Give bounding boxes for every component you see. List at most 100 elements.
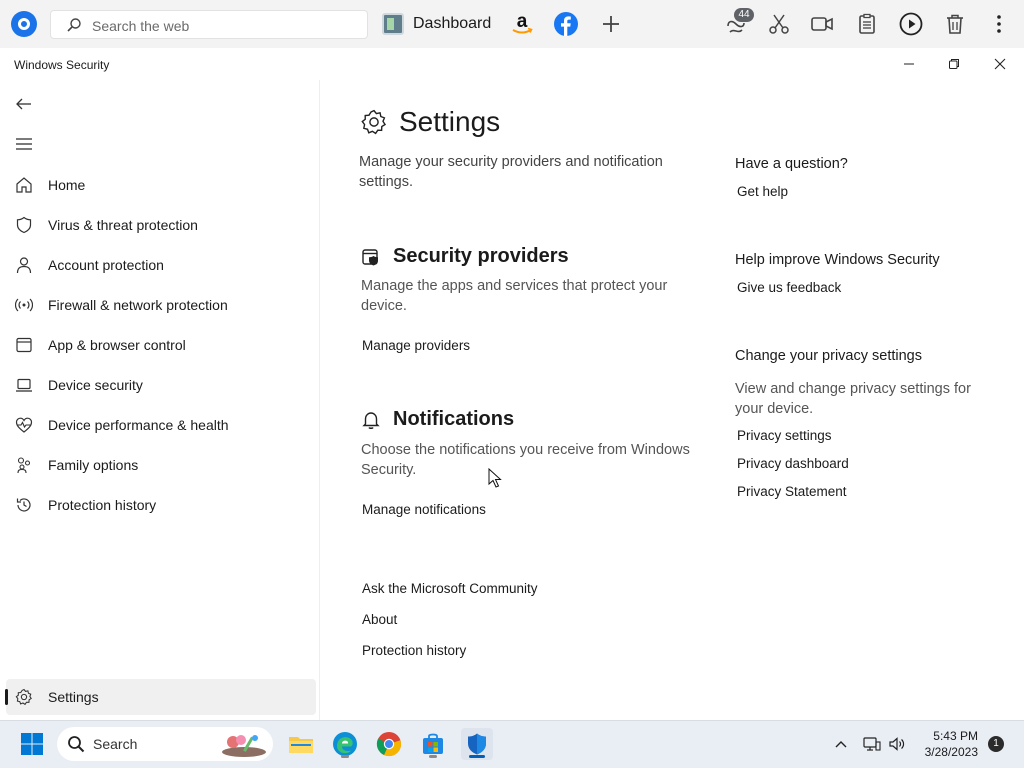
video-icon[interactable] xyxy=(810,12,834,36)
mouse-cursor-icon xyxy=(488,468,502,488)
extension-badge-count: 44 xyxy=(734,8,754,22)
chrome-icon xyxy=(376,732,402,757)
search-icon xyxy=(67,18,81,32)
more-icon[interactable] xyxy=(987,12,1011,36)
taskbar-file-explorer[interactable] xyxy=(285,728,317,760)
taskbar-search-label: Search xyxy=(93,736,138,752)
sidebar-item-firewall-network-protection[interactable]: Firewall & network protection xyxy=(6,287,316,323)
protection-history-link[interactable]: Protection history xyxy=(362,643,466,658)
add-tab-icon[interactable] xyxy=(599,12,623,36)
taskbar-chrome[interactable] xyxy=(373,728,405,760)
privacy-dashboard-link[interactable]: Privacy dashboard xyxy=(737,456,849,471)
main-content: Settings Manage your security providers … xyxy=(321,80,1024,720)
network-icon[interactable] xyxy=(863,735,881,753)
taskbar-store[interactable] xyxy=(417,728,449,760)
security-providers-description: Manage the apps and services that protec… xyxy=(361,278,668,314)
sidebar-item-app-browser-control[interactable]: App & browser control xyxy=(6,327,316,363)
notifications-heading: Notifications xyxy=(361,408,514,431)
amazon-icon[interactable]: a xyxy=(510,12,534,36)
manage-providers-link[interactable]: Manage providers xyxy=(362,338,470,353)
minimize-button[interactable] xyxy=(887,50,931,78)
improve-heading: Help improve Windows Security xyxy=(735,252,940,268)
active-app-indicator xyxy=(469,755,485,758)
sidebar-item-virus-threat-protection[interactable]: Virus & threat protection xyxy=(6,207,316,243)
sidebar-item-settings[interactable]: Settings xyxy=(5,679,316,715)
taskbar-windows-security[interactable] xyxy=(461,728,493,760)
taskbar-clock[interactable]: 5:43 PM 3/28/2023 xyxy=(925,728,978,760)
section-title: Notifications xyxy=(393,408,515,430)
providers-icon xyxy=(362,248,378,265)
question-heading: Have a question? xyxy=(735,156,848,172)
clipboard-icon[interactable] xyxy=(855,12,879,36)
ask-community-link[interactable]: Ask the Microsoft Community xyxy=(362,581,538,596)
home-icon xyxy=(16,177,32,193)
volume-icon[interactable] xyxy=(888,735,906,753)
window-title-bar: Windows Security xyxy=(0,48,1024,80)
windows-start-icon xyxy=(21,733,43,755)
sidebar-item-label: App & browser control xyxy=(48,337,186,353)
back-arrow-icon[interactable] xyxy=(14,94,34,114)
family-icon xyxy=(17,457,31,474)
sidebar-item-protection-history[interactable]: Protection history xyxy=(6,487,316,523)
close-button[interactable] xyxy=(978,50,1022,78)
sidebar-item-label: Device performance & health xyxy=(48,417,229,433)
page-intro: Manage your security providers and notif… xyxy=(359,154,663,190)
scissors-icon[interactable] xyxy=(767,12,791,36)
sidebar-item-label: Settings xyxy=(48,689,99,705)
maximize-button[interactable] xyxy=(932,50,976,78)
running-indicator xyxy=(429,755,437,758)
sidebar-item-label: Account protection xyxy=(48,257,164,273)
window-title: Windows Security xyxy=(14,58,110,72)
laptop-icon xyxy=(16,378,32,392)
close-icon xyxy=(994,58,1006,70)
history-icon xyxy=(16,498,31,512)
gear-icon xyxy=(361,109,387,135)
running-indicator xyxy=(341,755,349,758)
sidebar-item-device-performance-health[interactable]: Device performance & health xyxy=(6,407,316,443)
start-button[interactable] xyxy=(16,728,48,760)
edge-icon xyxy=(333,732,357,756)
sidebar-item-account-protection[interactable]: Account protection xyxy=(6,247,316,283)
sidebar-item-label: Virus & threat protection xyxy=(48,217,198,233)
taskbar-search[interactable]: Search xyxy=(57,727,273,761)
get-help-link[interactable]: Get help xyxy=(737,184,788,199)
wifi-signal-icon xyxy=(15,298,33,312)
sidebar-item-label: Home xyxy=(48,177,86,193)
section-title: Security providers xyxy=(393,245,569,267)
trash-icon[interactable] xyxy=(943,12,967,36)
facebook-icon[interactable] xyxy=(554,12,578,36)
about-link[interactable]: About xyxy=(362,612,397,627)
privacy-settings-link[interactable]: Privacy settings xyxy=(737,428,832,443)
search-web-input[interactable]: Search the web xyxy=(50,10,368,39)
taskbar-edge[interactable] xyxy=(329,728,361,760)
svg-text:a: a xyxy=(517,12,528,32)
sidebar-item-label: Protection history xyxy=(48,497,157,513)
clock-date: 3/28/2023 xyxy=(924,745,978,759)
person-icon xyxy=(16,257,32,274)
play-icon[interactable] xyxy=(899,12,923,36)
app-logo-icon[interactable] xyxy=(11,11,37,37)
give-feedback-link[interactable]: Give us feedback xyxy=(737,280,841,295)
store-icon xyxy=(423,733,443,754)
windows-security-icon xyxy=(468,733,486,755)
heart-pulse-icon xyxy=(15,417,33,433)
page-header: Settings xyxy=(361,106,500,138)
file-explorer-icon xyxy=(289,737,313,753)
sidebar-item-label: Firewall & network protection xyxy=(48,297,228,313)
notifications-description: Choose the notifications you receive fro… xyxy=(361,442,690,478)
sidebar: Home Virus & threat protection Account p… xyxy=(0,80,320,720)
privacy-statement-link[interactable]: Privacy Statement xyxy=(737,484,847,499)
browser-window-icon xyxy=(16,337,32,353)
page-title: Settings xyxy=(399,106,501,137)
chevron-up-icon[interactable] xyxy=(833,736,849,752)
sidebar-item-label: Device security xyxy=(48,377,143,393)
browser-toolbar: Search the web Dashboard a 44 xyxy=(0,0,1024,48)
sidebar-item-home[interactable]: Home xyxy=(6,167,316,203)
sidebar-item-device-security[interactable]: Device security xyxy=(6,367,316,403)
sidebar-item-family-options[interactable]: Family options xyxy=(6,447,316,483)
notification-count-badge[interactable]: 1 xyxy=(988,736,1004,752)
dashboard-button[interactable]: Dashboard xyxy=(382,12,491,36)
manage-notifications-link[interactable]: Manage notifications xyxy=(362,502,486,517)
active-indicator xyxy=(5,689,8,705)
hamburger-menu-icon[interactable] xyxy=(14,134,34,154)
